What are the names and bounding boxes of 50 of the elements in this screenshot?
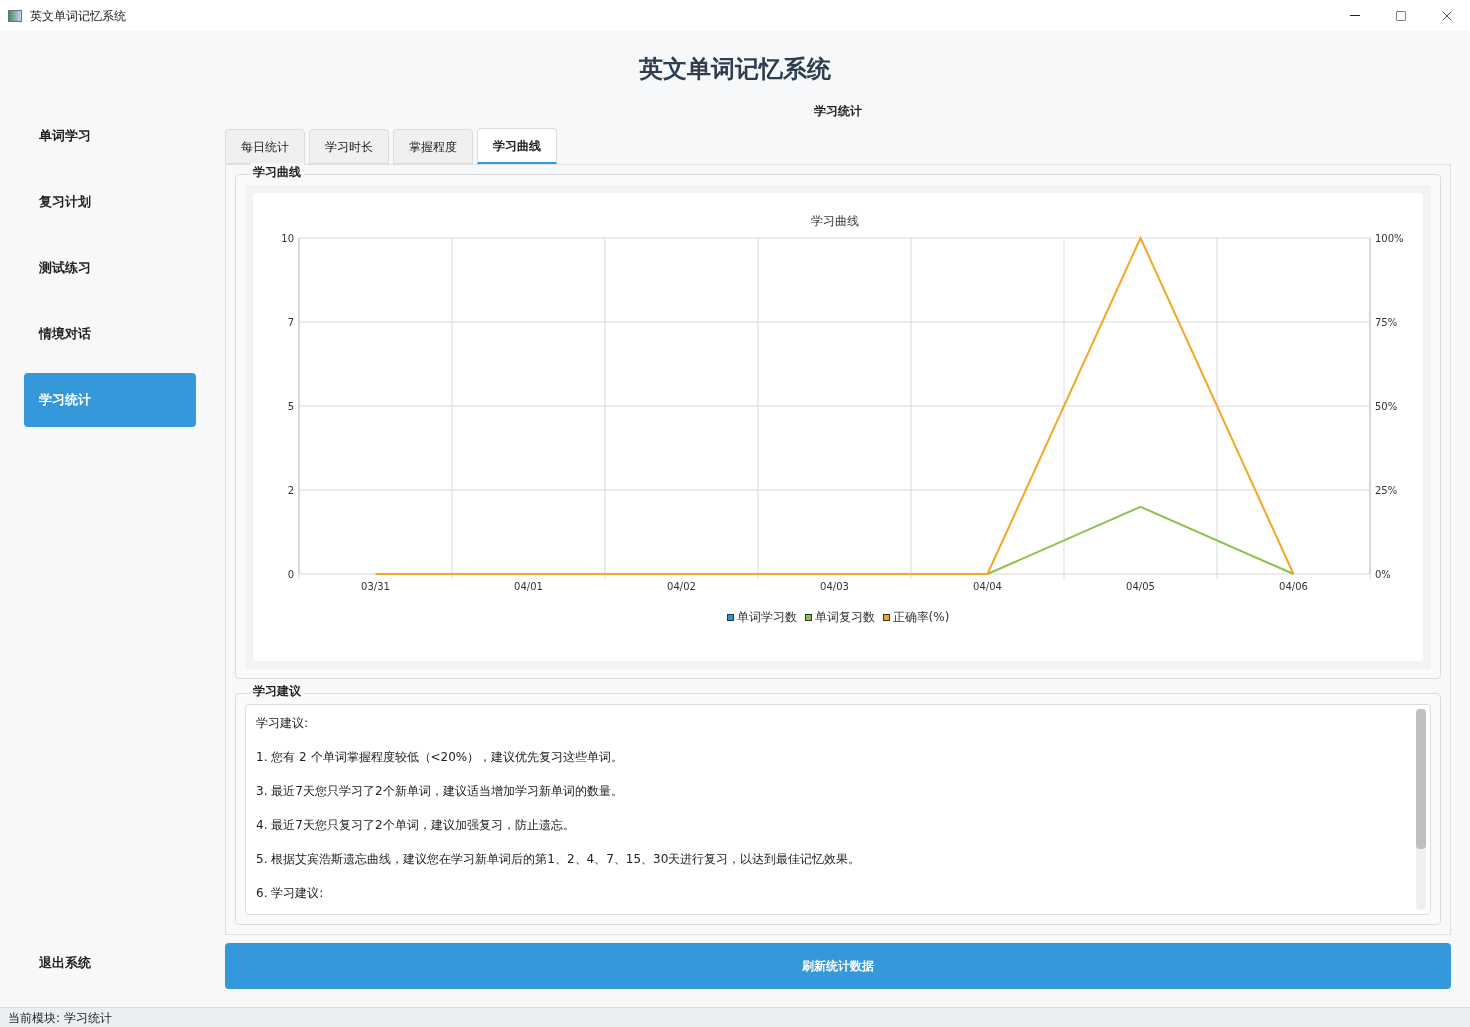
advice-line: 学习建议: — [256, 715, 310, 732]
section-title: 学习统计 — [814, 103, 862, 120]
y-tick-label: 25% — [1375, 485, 1398, 496]
app-icon — [8, 9, 22, 22]
y-tick-label: 50% — [1375, 401, 1398, 412]
legend-label: 单词复习数 — [814, 609, 875, 626]
x-tick-label: 04/03 — [820, 581, 849, 592]
sidebar-item[interactable]: 情境对话 — [24, 307, 196, 361]
x-tick-label: 04/05 — [1126, 581, 1155, 592]
group-title: 学习曲线 — [250, 163, 304, 181]
legend-label: 单词学习数 — [736, 609, 797, 626]
chart-title: 学习曲线 — [810, 214, 859, 228]
tab[interactable]: 掌握程度 — [393, 129, 473, 164]
y-tick-label: 2 — [287, 485, 294, 496]
x-tick-label: 04/02 — [667, 581, 696, 592]
x-tick-label: 04/04 — [973, 581, 1002, 592]
maximize-icon — [1395, 9, 1407, 22]
tab[interactable]: 每日统计 — [225, 129, 305, 164]
advice-line: 3. 最近7天您只学习了2个新单词，建议适当增加学习新单词的数量。 — [256, 783, 624, 800]
tab[interactable]: 学习曲线 — [477, 128, 557, 164]
legend-label: 正确率(%) — [892, 609, 950, 626]
window-title: 英文单词记忆系统 — [30, 7, 126, 25]
advice-line: 5. 根据艾宾浩斯遗忘曲线，建议您在学习新单词后的第1、2、4、7、15、30天进行复习，以达到最佳记忆效果。 — [256, 851, 862, 868]
tab[interactable]: 学习时长 — [309, 129, 389, 164]
y-tick-label: 0% — [1375, 569, 1391, 580]
y-tick-label: 0 — [287, 569, 294, 580]
x-tick-label: 04/06 — [1279, 581, 1308, 592]
group-title: 学习建议 — [250, 682, 304, 700]
y-tick-label: 7 — [287, 317, 294, 328]
y-tick-label: 75% — [1375, 317, 1398, 328]
sidebar-item[interactable]: 测试练习 — [24, 241, 196, 295]
x-tick-label: 03/31 — [361, 581, 390, 592]
status-text: 当前模块: 学习统计 — [8, 1009, 112, 1027]
legend-swatch — [726, 613, 734, 621]
sidebar-item[interactable]: 复习计划 — [24, 175, 196, 229]
y-tick-label: 10 — [281, 233, 294, 244]
advice-text-area[interactable]: 学习建议: 1. 您有 2 个单词掌握程度较低（<20%），建议优先复习这些单词。 3. 最近7天您只学习了2个新单词，建议适当增加学习新单词的数量。 4. 最近7天您只复习了2个单词，建议加强复习，防止遗忘。 5. 根据艾宾浩斯遗忘曲线，建议您在学习新单词后的第1、2、4、7、15、30天进行复习，以达到最佳记忆效果。 6. 学习建议: — [245, 704, 1431, 915]
y-tick-label: 100% — [1375, 233, 1404, 244]
x-tick-label: 04/01 — [514, 581, 543, 592]
sidebar-item[interactable]: 单词学习 — [24, 109, 196, 163]
y-tick-label: 5 — [287, 401, 294, 412]
app-title: 英文单词记忆系统 — [639, 54, 831, 85]
advice-line: 4. 最近7天您只复习了2个单词，建议加强复习，防止遗忘。 — [256, 817, 576, 834]
scrollbar[interactable] — [1416, 709, 1426, 910]
legend-swatch — [882, 613, 890, 621]
minimize-icon — [1350, 15, 1360, 16]
advice-line: 1. 您有 2 个单词掌握程度较低（<20%），建议优先复习这些单词。 — [256, 749, 625, 766]
legend-swatch — [804, 613, 812, 621]
advice-line: 6. 学习建议: — [256, 885, 325, 902]
exit-button[interactable]: 退出系统 — [24, 943, 196, 983]
